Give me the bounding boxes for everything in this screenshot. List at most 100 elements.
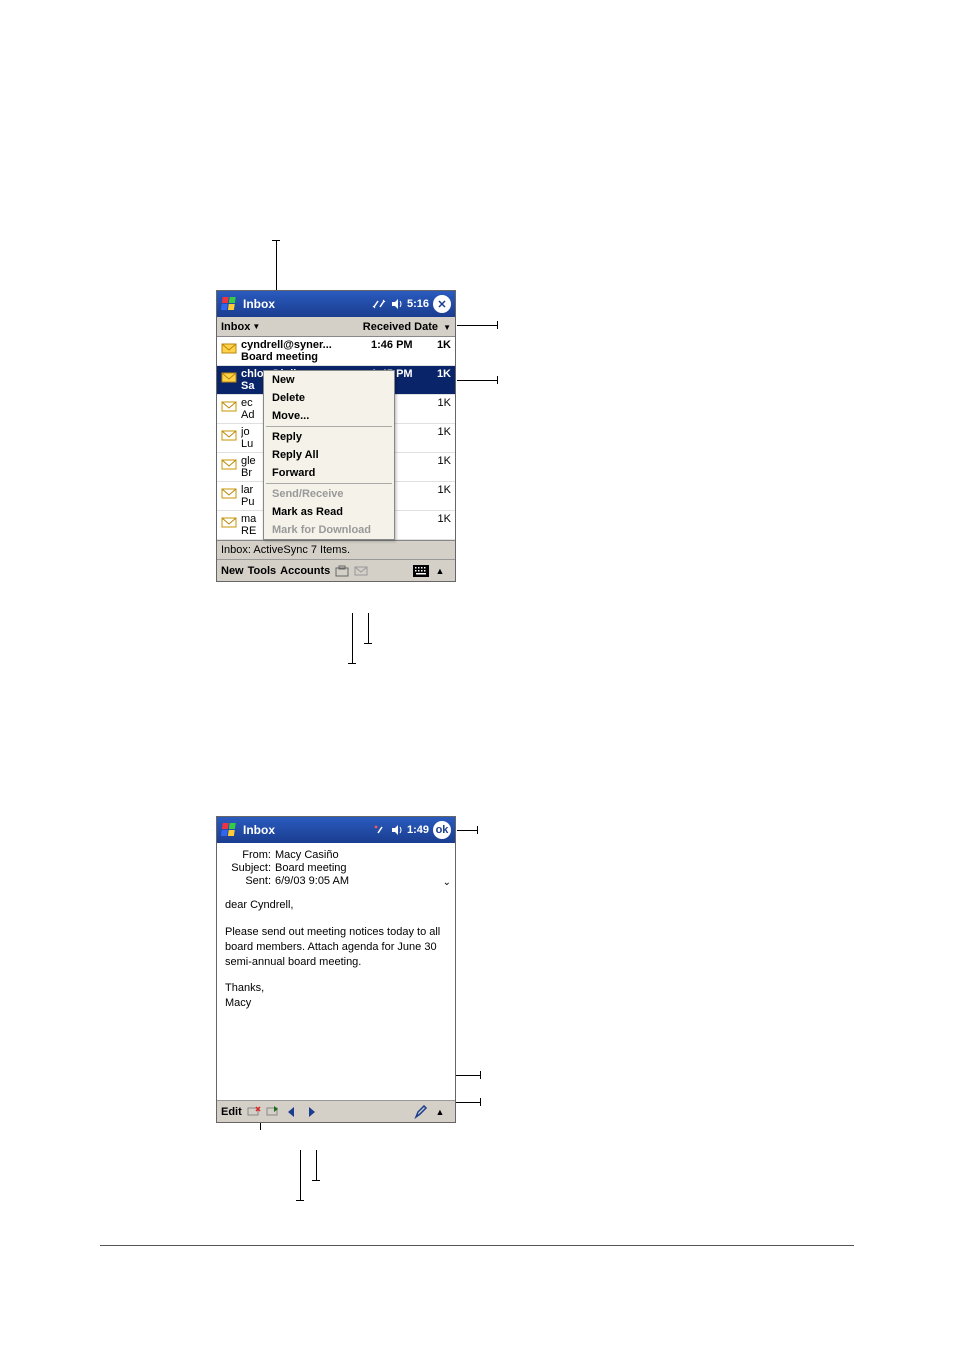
mail-icon [221, 485, 237, 501]
sort-label: Received Date [363, 321, 438, 333]
callout-tick [497, 376, 498, 384]
message-size: 1K [427, 513, 451, 525]
sent-value: 6/9/03 9:05 AM [275, 875, 349, 887]
body-signature: Macy [225, 996, 447, 1011]
sort-dropdown[interactable]: Received Date ▼ [363, 321, 451, 333]
mail-icon [221, 340, 237, 356]
menu-item-mark-as-read[interactable]: Mark as Read [264, 503, 394, 521]
message-size: 1K [427, 339, 451, 351]
callout-tick [480, 1098, 481, 1106]
callout-tick [497, 321, 498, 329]
keyboard-icon[interactable] [413, 563, 429, 579]
mail-icon [221, 514, 237, 530]
message-size: 1K [427, 368, 451, 380]
pen-icon[interactable] [413, 1104, 429, 1120]
menu-item-mark-for-download: Mark for Download [264, 521, 394, 539]
menu-separator [266, 426, 392, 427]
close-button[interactable]: ✕ [433, 295, 451, 313]
menu-item-new[interactable]: New [264, 371, 394, 389]
callout-line [316, 1150, 317, 1180]
prev-message-icon[interactable] [284, 1104, 300, 1120]
speaker-icon[interactable] [389, 822, 405, 838]
mail-icon [221, 456, 237, 472]
title-bar: Inbox 1:49 ok [217, 817, 455, 843]
message-size: 1K [427, 426, 451, 438]
up-arrow-icon[interactable]: ▲ [432, 563, 448, 579]
up-arrow-icon[interactable]: ▲ [432, 1104, 448, 1120]
connection-icon[interactable] [371, 296, 387, 312]
ok-button[interactable]: ok [433, 821, 451, 839]
from-label: From: [225, 849, 271, 861]
callout-line [300, 1150, 301, 1200]
connection-off-icon[interactable] [371, 822, 387, 838]
message-header: From: Macy Casiño Subject: Board meeting S… [217, 843, 455, 890]
body-closing: Thanks, [225, 981, 447, 996]
bottom-toolbar: Edit ▲ [217, 1100, 455, 1122]
menu-new[interactable]: New [221, 565, 244, 577]
subject-label: Subject: [225, 862, 271, 874]
menu-tools[interactable]: Tools [248, 565, 277, 577]
mail-icon [221, 369, 237, 385]
menu-item-reply-all[interactable]: Reply All [264, 446, 394, 464]
callout-line [276, 240, 277, 290]
folder-name: Inbox [221, 321, 250, 333]
title-bar: Inbox 5:16 ✕ [217, 291, 455, 317]
message-body: dear Cyndrell, Please send out meeting n… [217, 890, 455, 1100]
body-paragraph: Please send out meeting notices today to… [225, 925, 447, 970]
next-message-icon[interactable] [303, 1104, 319, 1120]
folder-icon[interactable] [334, 563, 350, 579]
menu-item-move[interactable]: Move... [264, 407, 394, 425]
app-title: Inbox [243, 823, 371, 837]
delete-icon[interactable] [246, 1104, 262, 1120]
menu-edit[interactable]: Edit [221, 1106, 242, 1118]
inbox-list-screen: Inbox 5:16 ✕ Inbox ▼ Received Date ▼ cyn… [216, 290, 456, 582]
message-size: 1K [427, 455, 451, 467]
callout-line [457, 380, 497, 381]
page-divider [100, 1245, 854, 1246]
sent-label: Sent: [225, 875, 271, 887]
menu-separator [266, 483, 392, 484]
app-title: Inbox [243, 297, 371, 311]
from-value: Macy Casiño [275, 849, 339, 861]
callout-line [368, 613, 369, 643]
status-bar: Inbox: ActiveSync 7 Items. [217, 540, 455, 559]
callout-line [352, 613, 353, 663]
chevron-down-icon: ▼ [252, 322, 260, 331]
menu-item-send-receive: Send/Receive [264, 485, 394, 503]
folder-dropdown[interactable]: Inbox ▼ [221, 321, 363, 333]
send-receive-icon[interactable] [353, 563, 369, 579]
mail-icon [221, 427, 237, 443]
expand-header-icon[interactable]: ⌄ [443, 877, 451, 888]
menu-item-forward[interactable]: Forward [264, 464, 394, 482]
windows-flag-icon[interactable] [221, 821, 239, 839]
callout-line [457, 830, 477, 831]
message-row[interactable]: cyndrell@syner...Board meeting1:46 PM1K [217, 337, 455, 366]
subject-value: Board meeting [275, 862, 347, 874]
reply-icon[interactable] [265, 1104, 281, 1120]
message-sender: cyndrell@syner... [241, 339, 371, 351]
callout-tick [296, 1200, 304, 1201]
callout-tick [480, 1071, 481, 1079]
message-size: 1K [427, 484, 451, 496]
message-size: 1K [427, 397, 451, 409]
menu-item-delete[interactable]: Delete [264, 389, 394, 407]
callout-tick [312, 1180, 320, 1181]
chevron-down-icon: ▼ [443, 323, 451, 332]
callout-tick [348, 663, 356, 664]
speaker-icon[interactable] [389, 296, 405, 312]
clock-time[interactable]: 5:16 [407, 298, 429, 310]
menu-item-reply[interactable]: Reply [264, 428, 394, 446]
callout-tick [477, 826, 478, 834]
message-subject: Board meeting [241, 351, 371, 363]
callout-tick [364, 643, 372, 644]
body-greeting: dear Cyndrell, [225, 898, 447, 913]
callout-line [457, 325, 497, 326]
menu-accounts[interactable]: Accounts [280, 565, 330, 577]
message-read-screen: Inbox 1:49 ok From: Macy Casiño Subject: B… [216, 816, 456, 1123]
windows-flag-icon[interactable] [221, 295, 239, 313]
callout-tick [272, 240, 280, 241]
clock-time[interactable]: 1:49 [407, 824, 429, 836]
message-time: 1:46 PM [371, 339, 427, 351]
context-menu: NewDeleteMove... ReplyReply AllForward Sen… [263, 370, 395, 540]
list-subheader: Inbox ▼ Received Date ▼ [217, 317, 455, 337]
